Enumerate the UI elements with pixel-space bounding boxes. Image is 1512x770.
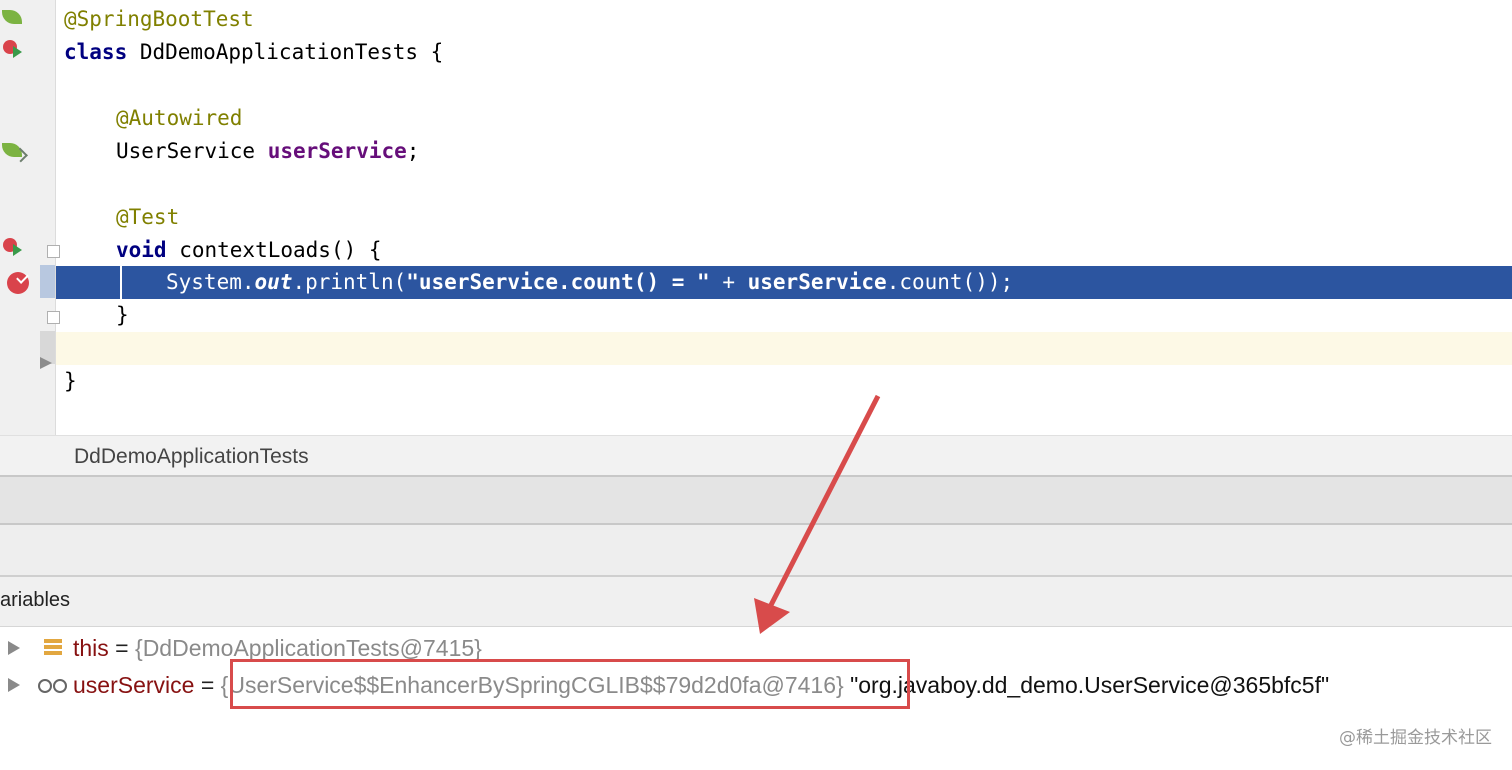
- current-execution-line: System.out.println("userService.count() …: [56, 266, 1512, 299]
- semicolon: ;: [406, 139, 420, 163]
- annotation-springboottest: @SpringBootTest: [64, 7, 254, 31]
- watermark: @稀土掘金技术社区: [1339, 728, 1492, 748]
- variables-tree[interactable]: this = {DdDemoApplicationTests@7415} use…: [0, 627, 1512, 770]
- indent-guide: [120, 266, 122, 299]
- equals-sign: =: [194, 672, 221, 698]
- code-line-4: @Autowired: [0, 102, 1512, 135]
- code-line-7: @Test: [0, 201, 1512, 234]
- keyword-void: void: [116, 238, 167, 262]
- string-literal: "userService.count() = ": [406, 270, 710, 294]
- code-line-10: }: [0, 299, 1512, 332]
- code-line-12: }: [0, 365, 1512, 398]
- code-line-1: @SpringBootTest: [0, 3, 1512, 36]
- field-userservice: userService: [267, 139, 407, 163]
- userservice-ref: userService: [747, 270, 887, 294]
- breadcrumb-item-class[interactable]: DdDemoApplicationTests: [74, 445, 309, 469]
- caret-line: [56, 332, 1512, 365]
- closing-brace-class: }: [64, 369, 77, 393]
- debug-toolbar: [0, 477, 1512, 525]
- plus-token: +: [709, 270, 748, 294]
- println-token: .println(: [292, 270, 407, 294]
- code-line-8: void contextLoads() {: [0, 234, 1512, 267]
- keyword-class: class: [64, 40, 128, 64]
- code-line-2: class DdDemoApplicationTests {: [0, 36, 1512, 69]
- watch-glasses-icon: [38, 679, 68, 693]
- type-userservice: UserService: [116, 139, 268, 163]
- debug-frames-bar: [0, 525, 1512, 577]
- out-token: out: [254, 270, 293, 294]
- equals-sign: =: [108, 635, 136, 661]
- expand-arrow-icon[interactable]: [8, 678, 20, 692]
- expand-arrow-icon[interactable]: [8, 641, 20, 655]
- variable-name: this: [73, 635, 109, 661]
- variable-name: userService: [73, 672, 195, 698]
- variables-panel-header: ariables: [0, 577, 1512, 627]
- annotation-test: @Test: [116, 205, 180, 229]
- system-token: System.: [166, 270, 255, 294]
- class-declaration: DdDemoApplicationTests {: [127, 40, 444, 64]
- variable-value: {DdDemoApplicationTests@7415}: [135, 635, 482, 661]
- code-editor[interactable]: @SpringBootTest class DdDemoApplicationT…: [0, 0, 1512, 435]
- method-declaration: contextLoads() {: [166, 238, 382, 262]
- variables-panel-title: ariables: [0, 589, 71, 611]
- variable-tostring: "org.javaboy.dd_demo.UserService@365bfc5…: [843, 672, 1330, 698]
- annotation-highlight-box: [230, 659, 910, 709]
- code-line-5: UserService userService;: [0, 135, 1512, 168]
- breadcrumb: DdDemoApplicationTests: [0, 435, 1512, 477]
- closing-brace-method: }: [116, 303, 129, 327]
- field-icon: [44, 639, 62, 657]
- count-call: .count());: [886, 270, 1014, 294]
- annotation-autowired: @Autowired: [116, 106, 243, 130]
